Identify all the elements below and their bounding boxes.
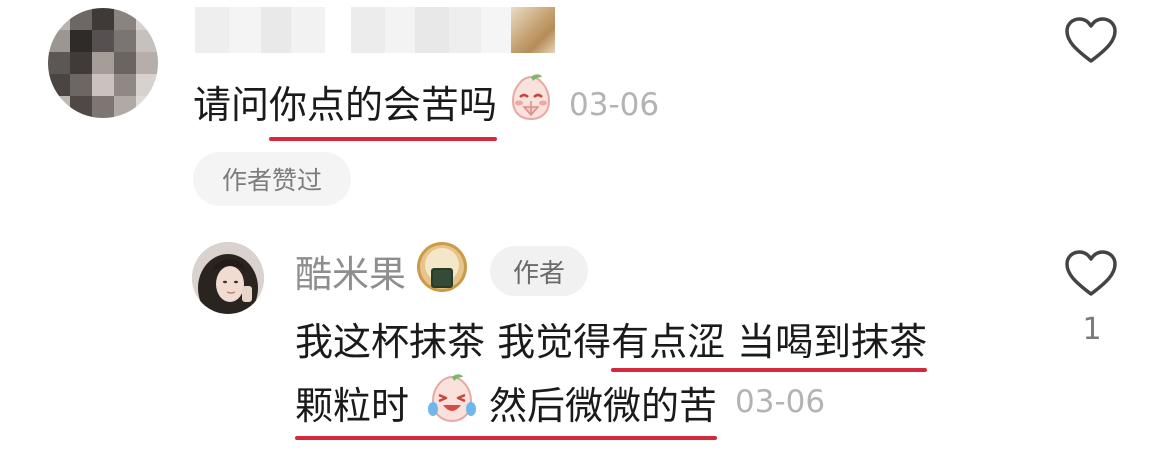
reply-text-underlined: 有点涩 当喝到抹茶 bbox=[611, 311, 928, 372]
avatar[interactable] bbox=[48, 8, 158, 118]
reply-user-name[interactable]: 酷米果 bbox=[295, 244, 406, 298]
reply-text-part: 颗粒时 bbox=[295, 383, 410, 428]
reply-text-part: 我这杯抹茶 我觉得 bbox=[295, 319, 612, 364]
like-button[interactable] bbox=[1063, 15, 1119, 69]
reply-text-line-2[interactable]: 颗粒时 然后微微的苦 03-06 bbox=[295, 371, 826, 440]
reply-avatar[interactable] bbox=[192, 242, 264, 314]
comment-date: 03-06 bbox=[569, 87, 660, 123]
onigiri-badge-icon bbox=[416, 241, 468, 302]
author-liked-tag: 作者赞过 bbox=[193, 152, 351, 206]
comment-text-part: 请问 bbox=[193, 83, 270, 127]
laughing-crying-peach-emoji-icon bbox=[425, 371, 479, 434]
reply-header: 酷米果 作者 bbox=[295, 241, 588, 298]
like-count: 1 bbox=[1082, 312, 1102, 347]
comment-text[interactable]: 请问 你点的会苦吗 03-06 bbox=[193, 73, 660, 141]
reply-text-underlined-2: 颗粒时 然后微微的苦 bbox=[295, 371, 718, 440]
reply-text-line-1[interactable]: 我这杯抹茶 我觉得 有点涩 当喝到抹茶 bbox=[295, 308, 928, 372]
author-tag: 作者 bbox=[490, 246, 588, 296]
user-name-blurred[interactable] bbox=[195, 7, 555, 53]
heart-outline-icon bbox=[1065, 250, 1117, 296]
reply-date: 03-06 bbox=[735, 384, 826, 420]
comment-text-underlined: 你点的会苦吗 bbox=[269, 75, 498, 141]
praying-peach-emoji-icon bbox=[505, 71, 557, 140]
heart-outline-icon bbox=[1065, 17, 1117, 63]
reply-text-part-2: 然后微微的苦 bbox=[489, 383, 718, 428]
reply-like-button[interactable] bbox=[1063, 248, 1119, 302]
